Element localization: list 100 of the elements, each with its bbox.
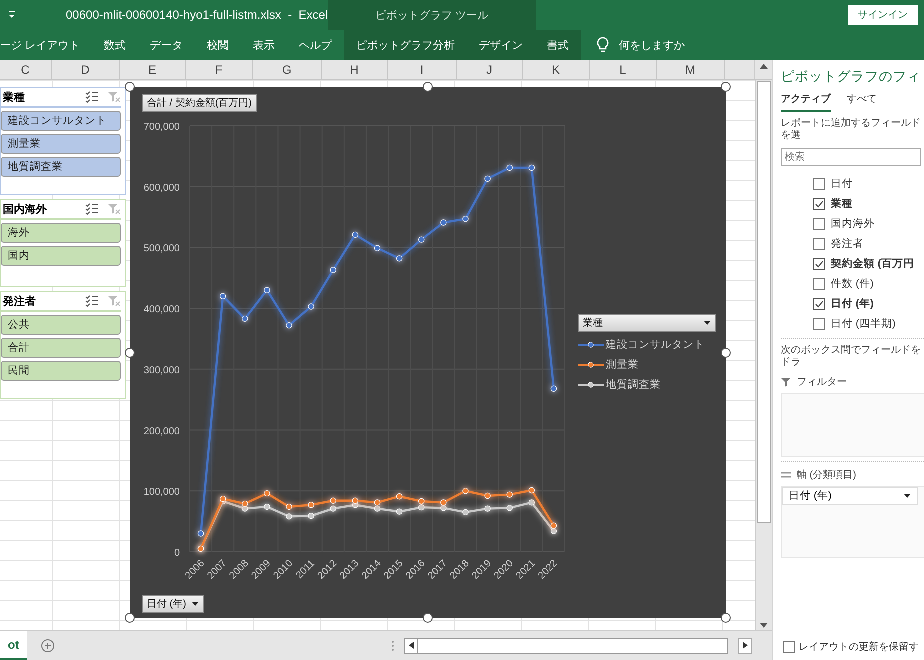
point: [506, 505, 513, 512]
ribbon-tab[interactable]: データ: [138, 30, 196, 60]
point: [264, 287, 270, 294]
quick-access-menu-icon[interactable]: [8, 11, 16, 19]
search-field[interactable]: 検索: [781, 148, 921, 166]
y-axis-label: 400,000: [144, 304, 180, 316]
point: [352, 232, 359, 238]
multi-select-icon[interactable]: [85, 91, 99, 103]
point: [440, 505, 447, 512]
scroll-left-arrow-icon[interactable]: [408, 642, 414, 649]
field-label[interactable]: 日付 (年): [831, 297, 874, 311]
ribbon-tab[interactable]: 校閲: [195, 30, 242, 60]
point: [220, 496, 226, 502]
field-label[interactable]: 業種: [831, 197, 853, 211]
point: [308, 502, 314, 508]
resize-handle[interactable]: [423, 82, 433, 92]
field-checkbox[interactable]: [813, 218, 825, 230]
pane-tab[interactable]: すべて: [847, 90, 877, 112]
field-label[interactable]: 国内海外: [831, 217, 875, 231]
slicer-item[interactable]: 国内: [1, 246, 121, 266]
ribbon-tab[interactable]: 書式: [535, 30, 582, 60]
column-header[interactable]: M: [657, 60, 725, 79]
scroll-up-arrow-icon[interactable]: [760, 64, 768, 69]
slicer-item[interactable]: 測量業: [1, 134, 121, 154]
slicer-title: 発注者: [3, 294, 37, 308]
field-label[interactable]: 日付: [831, 177, 853, 191]
ribbon-tab[interactable]: ピボットグラフ分析: [344, 30, 468, 60]
field-label[interactable]: 契約金額 (百万円: [831, 257, 914, 271]
field-checkbox[interactable]: [813, 278, 825, 290]
ribbon-tab[interactable]: ヘルプ: [287, 30, 344, 60]
field-checkbox[interactable]: [813, 298, 825, 310]
slicer-item[interactable]: 地質調査業: [1, 157, 121, 177]
area-label: フィルター: [797, 376, 847, 389]
ribbon-tab[interactable]: ージ レイアウト: [0, 30, 92, 60]
multi-select-icon[interactable]: [85, 203, 99, 215]
column-header[interactable]: C: [0, 60, 52, 79]
slicer-item[interactable]: 海外: [1, 223, 121, 243]
field-checkbox[interactable]: [813, 318, 825, 330]
column-header[interactable]: F: [186, 60, 253, 79]
point: [286, 322, 292, 329]
point: [308, 304, 314, 310]
dropdown-caret-icon[interactable]: [192, 602, 200, 606]
field-checkbox[interactable]: [813, 198, 825, 210]
point: [418, 504, 425, 511]
field-checkbox[interactable]: [813, 258, 825, 270]
slicer-item[interactable]: 民間: [1, 361, 121, 381]
point: [374, 245, 381, 252]
scrollbar-thumb[interactable]: [757, 81, 771, 523]
resize-handle[interactable]: [125, 82, 135, 92]
pane-tab[interactable]: アクティブ: [781, 90, 831, 112]
resize-handle[interactable]: [721, 613, 731, 623]
y-axis-label: 200,000: [144, 426, 180, 438]
tell-me-search[interactable]: 何をしますか: [619, 38, 686, 52]
point: [462, 488, 469, 494]
column-header[interactable]: I: [388, 60, 457, 79]
resize-handle[interactable]: [423, 613, 433, 623]
point: [440, 220, 447, 226]
slicer-item[interactable]: 公共: [1, 315, 121, 335]
scroll-right-arrow-icon[interactable]: [742, 642, 748, 649]
scroll-down-arrow-icon[interactable]: [760, 623, 768, 628]
field-checkbox[interactable]: [813, 238, 825, 250]
column-header[interactable]: E: [120, 60, 186, 79]
field-label[interactable]: 件数 (件): [831, 277, 874, 291]
point: [528, 500, 536, 506]
column-header[interactable]: L: [590, 60, 657, 79]
value-field-button[interactable]: 合計 / 契約金額(百万円): [142, 94, 257, 112]
column-header[interactable]: K: [523, 60, 590, 79]
ribbon-tab[interactable]: 表示: [241, 30, 288, 60]
multi-select-icon[interactable]: [85, 295, 99, 307]
resize-handle[interactable]: [721, 82, 731, 92]
legend-label: 地質調査業: [606, 378, 661, 392]
legend-field-button[interactable]: 業種: [578, 314, 716, 332]
field-checkbox[interactable]: [813, 178, 825, 190]
add-sheet-icon[interactable]: [41, 638, 56, 652]
column-header[interactable]: J: [457, 60, 523, 79]
contextual-tab-header: ピボットグラフ ツール: [328, 0, 536, 30]
field-label[interactable]: 発注者: [831, 237, 864, 251]
resize-handle[interactable]: [125, 613, 135, 623]
column-header[interactable]: G: [253, 60, 322, 79]
defer-update-label[interactable]: レイアウトの更新を保留す: [799, 640, 919, 654]
split-handle-icon[interactable]: [392, 640, 394, 650]
field-label[interactable]: 日付 (四半期): [831, 317, 896, 331]
ribbon-tab[interactable]: 数式: [92, 30, 138, 60]
defer-update-checkbox[interactable]: [783, 641, 795, 653]
dropdown-caret-icon[interactable]: [704, 321, 711, 325]
slicer-item[interactable]: 建設コンサルタント: [1, 111, 121, 131]
sign-in-button[interactable]: サインイン: [848, 5, 918, 25]
ribbon-tab[interactable]: デザイン: [467, 30, 536, 60]
column-header[interactable]: D: [52, 60, 120, 79]
sheet-tab[interactable]: ot: [0, 631, 28, 660]
point: [462, 216, 469, 222]
slicer-item[interactable]: 合計: [1, 338, 121, 358]
dropdown-caret-icon[interactable]: [904, 494, 911, 498]
y-axis-label: 500,000: [144, 244, 180, 255]
axis-field-chip[interactable]: 日付 (年): [782, 487, 918, 505]
horizontal-scrollbar[interactable]: [404, 638, 728, 654]
slicer-title: 業種: [3, 90, 26, 104]
column-header[interactable]: H: [322, 60, 388, 79]
point: [484, 492, 491, 500]
axis-field-button[interactable]: 日付 (年): [142, 595, 204, 613]
